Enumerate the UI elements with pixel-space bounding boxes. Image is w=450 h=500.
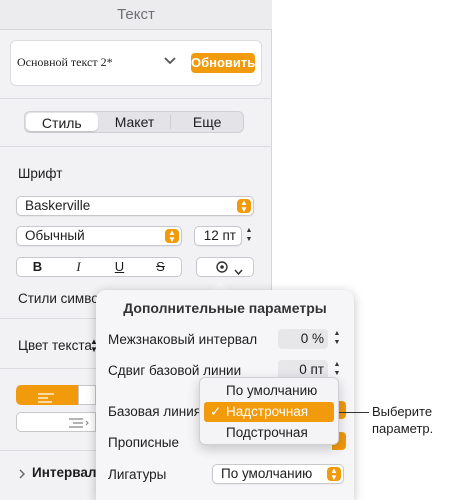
align-center-button[interactable] xyxy=(78,385,96,405)
tab-more[interactable]: Еще xyxy=(171,112,243,132)
chevron-down-icon xyxy=(234,263,243,281)
chevron-right-icon[interactable] xyxy=(18,466,26,484)
update-style-button[interactable]: Обновить xyxy=(191,53,255,73)
menu-item-subscript[interactable]: Подстрочная xyxy=(204,423,334,443)
font-family-popup[interactable]: Baskerville ▲ ▼ xyxy=(16,196,254,216)
checkmark-icon: ✓ xyxy=(210,404,222,419)
ligatures-value: По умолчанию xyxy=(221,466,313,481)
indent-button[interactable] xyxy=(16,412,96,432)
menu-item-label: По умолчанию xyxy=(226,383,318,398)
strikethrough-button[interactable]: S xyxy=(140,258,181,276)
updown-arrows-icon: ▲ ▼ xyxy=(327,467,341,482)
advanced-options-button[interactable] xyxy=(196,257,254,277)
baseline-label: Базовая линия xyxy=(108,404,202,419)
updown-arrows-icon: ▲ ▼ xyxy=(237,199,251,214)
popover-title: Дополнительные параметры xyxy=(123,300,327,316)
indent-icon xyxy=(67,417,89,435)
baseline-menu: По умолчанию ✓ Надстрочная Подстрочная xyxy=(199,377,339,445)
tab-style[interactable]: Стиль xyxy=(26,113,98,131)
align-left-button[interactable] xyxy=(16,385,78,405)
font-size-field[interactable]: 12 пт xyxy=(194,226,242,246)
divider xyxy=(0,450,96,451)
capitalization-label: Прописные xyxy=(108,435,179,450)
gear-icon xyxy=(215,260,229,279)
text-format-buttons: B I U S xyxy=(16,257,182,277)
font-size-stepper[interactable]: ▲ ▼ xyxy=(244,226,254,246)
ligatures-popup[interactable]: По умолчанию ▲ ▼ xyxy=(212,464,344,484)
italic-button[interactable]: I xyxy=(58,258,99,276)
baseline-shift-label: Сдвиг базовой линии xyxy=(108,363,242,378)
chevron-down-icon[interactable] xyxy=(163,53,177,71)
callout-line xyxy=(339,412,369,413)
divider xyxy=(0,368,96,369)
bold-button[interactable]: B xyxy=(17,258,58,276)
menu-item-superscript[interactable]: ✓ Надстрочная xyxy=(204,402,334,422)
paragraph-style-card[interactable]: Основной текст 2* Обновить xyxy=(10,40,262,86)
callout-text: Выберите параметр. xyxy=(372,404,434,436)
font-section-label: Шрифт xyxy=(18,166,63,181)
align-left-icon xyxy=(38,390,56,408)
updown-arrows-icon: ▲ ▼ xyxy=(165,229,179,244)
menu-item-label: Подстрочная xyxy=(226,425,308,440)
divider xyxy=(0,318,96,319)
character-spacing-stepper[interactable]: ▲ ▼ xyxy=(332,329,342,349)
character-styles-label: Стили символ xyxy=(18,291,107,306)
divider xyxy=(0,146,272,147)
spacing-section-label[interactable]: Интервал xyxy=(32,465,96,480)
typeface-popup[interactable]: Обычный ▲ ▼ xyxy=(16,226,182,246)
paragraph-style-name: Основной текст 2* xyxy=(17,55,113,69)
ligatures-label: Лигатуры xyxy=(108,467,167,482)
menu-item-default[interactable]: По умолчанию xyxy=(204,381,334,401)
font-size-value: 12 пт xyxy=(203,228,236,243)
character-spacing-label: Межзнаковый интервал xyxy=(108,332,258,347)
character-spacing-field[interactable]: 0 % xyxy=(278,329,328,349)
font-family-value: Baskerville xyxy=(25,198,91,213)
tab-layout[interactable]: Макет xyxy=(99,115,172,129)
underline-button[interactable]: U xyxy=(99,258,140,276)
menu-item-label: Надстрочная xyxy=(226,404,309,419)
text-color-label: Цвет текста xyxy=(18,338,92,353)
style-tabs: Стиль Макет Еще xyxy=(24,111,244,133)
divider xyxy=(0,98,272,99)
inspector-title: Текст xyxy=(0,0,272,30)
typeface-value: Обычный xyxy=(25,228,85,243)
